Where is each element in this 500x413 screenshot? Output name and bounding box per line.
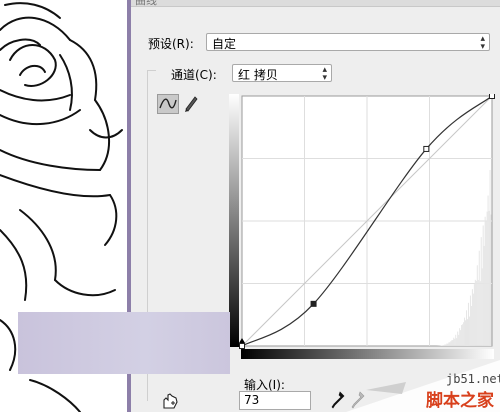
- curve-edit-icon: [159, 98, 177, 109]
- dialog-title-bar[interactable]: 曲线: [131, 0, 500, 7]
- overlay-block: [18, 312, 230, 374]
- channel-value: 红 拷贝: [238, 68, 278, 82]
- preset-value: 自定: [212, 37, 237, 51]
- curve-control-point[interactable]: [239, 343, 245, 349]
- channel-label: 通道(C):: [171, 68, 217, 82]
- dropdown-arrows-icon: ▴ ▾: [480, 34, 485, 52]
- black-eyedropper-icon: [331, 391, 345, 409]
- hand-adjust-icon: [163, 393, 178, 409]
- black-eyedropper-button[interactable]: [331, 391, 345, 409]
- curve-tool-button[interactable]: [157, 94, 179, 114]
- on-image-adjust-button[interactable]: [160, 392, 180, 410]
- channel-select[interactable]: 红 拷贝 ▴ ▾: [232, 64, 332, 83]
- watermark-url: jb51.net: [446, 372, 500, 386]
- site-watermark: jb51.net 脚本之家: [346, 360, 500, 412]
- input-value-text: 73: [244, 393, 260, 407]
- input-value-field[interactable]: 73: [239, 391, 311, 410]
- curve-control-point[interactable]: [310, 300, 317, 307]
- preset-select[interactable]: 自定 ▴ ▾: [206, 33, 490, 52]
- output-gradient-bar: [229, 94, 239, 347]
- curves-graph[interactable]: [229, 93, 495, 362]
- dropdown-arrows-icon: ▴ ▾: [322, 65, 327, 83]
- pencil-icon: [185, 96, 198, 112]
- preset-label: 预设(R):: [148, 37, 194, 51]
- curve-control-point[interactable]: [489, 93, 495, 99]
- input-gradient-bar: [241, 349, 494, 359]
- dialog-title: 曲线: [135, 0, 157, 7]
- curve-control-point[interactable]: [423, 145, 430, 152]
- curves-graph-svg[interactable]: [229, 93, 495, 362]
- watermark-name: 脚本之家: [426, 391, 494, 411]
- pencil-tool-button[interactable]: [181, 94, 203, 114]
